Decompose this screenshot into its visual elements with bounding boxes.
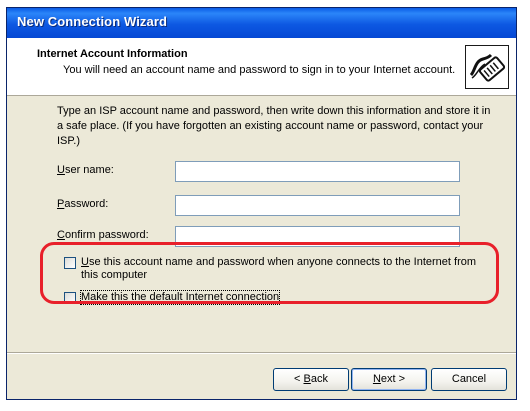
use-for-all-users-checkbox[interactable]: [64, 257, 76, 269]
default-connection-option[interactable]: Make this the default Internet connectio…: [64, 290, 281, 305]
use-for-all-users-label: Use this account name and password when …: [81, 256, 477, 281]
button-separator: [7, 352, 516, 354]
next-button[interactable]: Next >: [351, 368, 427, 391]
wizard-window: New Connection Wizard Internet Account I…: [6, 7, 517, 400]
use-for-all-users-option[interactable]: Use this account name and password when …: [64, 256, 484, 282]
back-button[interactable]: < Back: [273, 368, 349, 391]
window-title: New Connection Wizard: [17, 14, 168, 29]
confirm-password-field[interactable]: [175, 226, 460, 247]
password-label: Password:: [57, 198, 109, 210]
user-name-label: User name:: [57, 164, 114, 176]
default-connection-label: Make this the default Internet connectio…: [79, 290, 281, 305]
instructions-text: Type an ISP account name and password, t…: [57, 105, 491, 147]
header-panel: Internet Account Information You will ne…: [7, 38, 516, 96]
user-name-field[interactable]: [175, 161, 460, 182]
cancel-button[interactable]: Cancel: [431, 368, 507, 391]
password-field[interactable]: [175, 195, 460, 216]
page-subtitle: You will need an account name and passwo…: [63, 64, 456, 76]
confirm-password-label: Confirm password:: [57, 229, 149, 241]
default-connection-checkbox[interactable]: [64, 292, 76, 304]
page-title: Internet Account Information: [37, 48, 188, 60]
connection-plug-icon: [465, 45, 509, 89]
title-bar[interactable]: New Connection Wizard: [7, 8, 516, 38]
